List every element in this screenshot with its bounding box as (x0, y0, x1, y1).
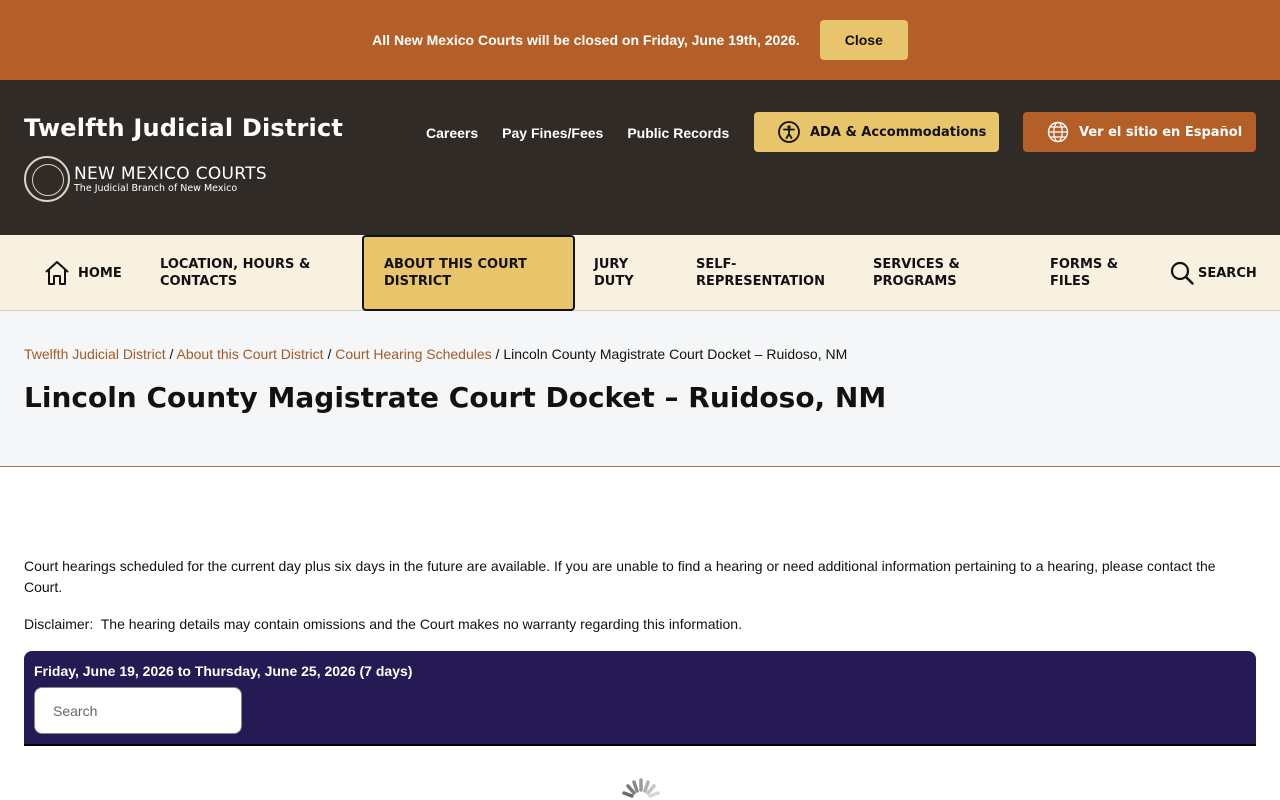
pay-fines-link[interactable]: Pay Fines/Fees (502, 125, 603, 141)
disclaimer-text: Disclaimer: The hearing details may cont… (24, 616, 742, 632)
breadcrumb-separator: / (323, 346, 336, 362)
logo-sub-text: The Judicial Branch of New Mexico (74, 182, 238, 194)
nav-self-rep-label: SELF-REPRESENTATION (696, 257, 825, 289)
breadcrumb-separator: / (491, 346, 504, 362)
page-title: Lincoln County Magistrate Court Docket –… (24, 381, 887, 414)
docket-search-input[interactable] (34, 687, 242, 734)
page-header-band: Twelfth Judicial District / About this C… (0, 311, 1280, 467)
ada-accommodations-button[interactable]: ADA & Accommodations (754, 112, 999, 152)
breadcrumb-link-schedules[interactable]: Court Hearing Schedules (335, 346, 491, 362)
court-seal-icon (24, 156, 70, 202)
alert-close-button[interactable]: Close (819, 20, 908, 60)
spanish-site-button[interactable]: Ver el sitio en Español (1023, 112, 1256, 152)
globe-icon (1047, 121, 1069, 143)
nav-forms-label: FORMS & FILES (1050, 257, 1119, 289)
nav-jury-label: JURY DUTY (594, 257, 634, 289)
main-nav: HOME LOCATION, HOURS & CONTACTS ABOUT TH… (0, 235, 1280, 311)
nav-about-court-district[interactable]: ABOUT THIS COURT DISTRICT (362, 235, 575, 311)
home-icon (45, 261, 69, 285)
nav-location-label: LOCATION, HOURS & CONTACTS (160, 257, 311, 289)
nav-forms-files[interactable]: FORMS & FILES (1050, 235, 1140, 311)
ada-label: ADA & Accommodations (810, 124, 987, 140)
breadcrumb-separator: / (165, 346, 177, 362)
breadcrumb-current: Lincoln County Magistrate Court Docket –… (503, 346, 848, 362)
public-records-link[interactable]: Public Records (627, 125, 729, 141)
loading-spinner-icon (622, 778, 660, 798)
alert-message: All New Mexico Courts will be closed on … (372, 32, 800, 48)
site-header: Twelfth Judicial District NEW MEXICO COU… (0, 80, 1280, 235)
nav-search-label: SEARCH (1198, 265, 1257, 281)
breadcrumb: Twelfth Judicial District / About this C… (24, 346, 847, 362)
nav-search[interactable]: SEARCH (1170, 235, 1257, 311)
nav-services-programs[interactable]: SERVICES & PROGRAMS (873, 235, 1003, 311)
date-range: Friday, June 19, 2026 to Thursday, June … (34, 663, 413, 679)
utility-links: Careers Pay Fines/Fees Public Records (426, 125, 753, 141)
breadcrumb-link-home[interactable]: Twelfth Judicial District (24, 346, 166, 362)
nm-courts-logo[interactable]: NEW MEXICO COURTS The Judicial Branch of… (24, 156, 267, 202)
breadcrumb-link-about[interactable]: About this Court District (177, 346, 324, 362)
logo-main-text: NEW MEXICO COURTS (74, 163, 267, 184)
docket-panel: Friday, June 19, 2026 to Thursday, June … (24, 651, 1256, 746)
nav-about-label: ABOUT THIS COURT DISTRICT (384, 257, 527, 289)
accessibility-icon (778, 121, 800, 143)
search-icon (1170, 261, 1194, 285)
spanish-label: Ver el sitio en Español (1079, 124, 1243, 140)
intro-text: Court hearings scheduled for the current… (24, 558, 1216, 595)
nav-jury-duty[interactable]: JURY DUTY (594, 235, 664, 311)
site-title[interactable]: Twelfth Judicial District (24, 114, 343, 142)
nav-services-label: SERVICES & PROGRAMS (873, 257, 960, 289)
nav-self-representation[interactable]: SELF-REPRESENTATION (696, 235, 846, 311)
nav-home-label: HOME (78, 265, 122, 281)
nav-location-hours-contacts[interactable]: LOCATION, HOURS & CONTACTS (160, 235, 340, 311)
careers-link[interactable]: Careers (426, 125, 478, 141)
alert-banner: All New Mexico Courts will be closed on … (0, 0, 1280, 80)
nav-home[interactable]: HOME (44, 235, 122, 311)
